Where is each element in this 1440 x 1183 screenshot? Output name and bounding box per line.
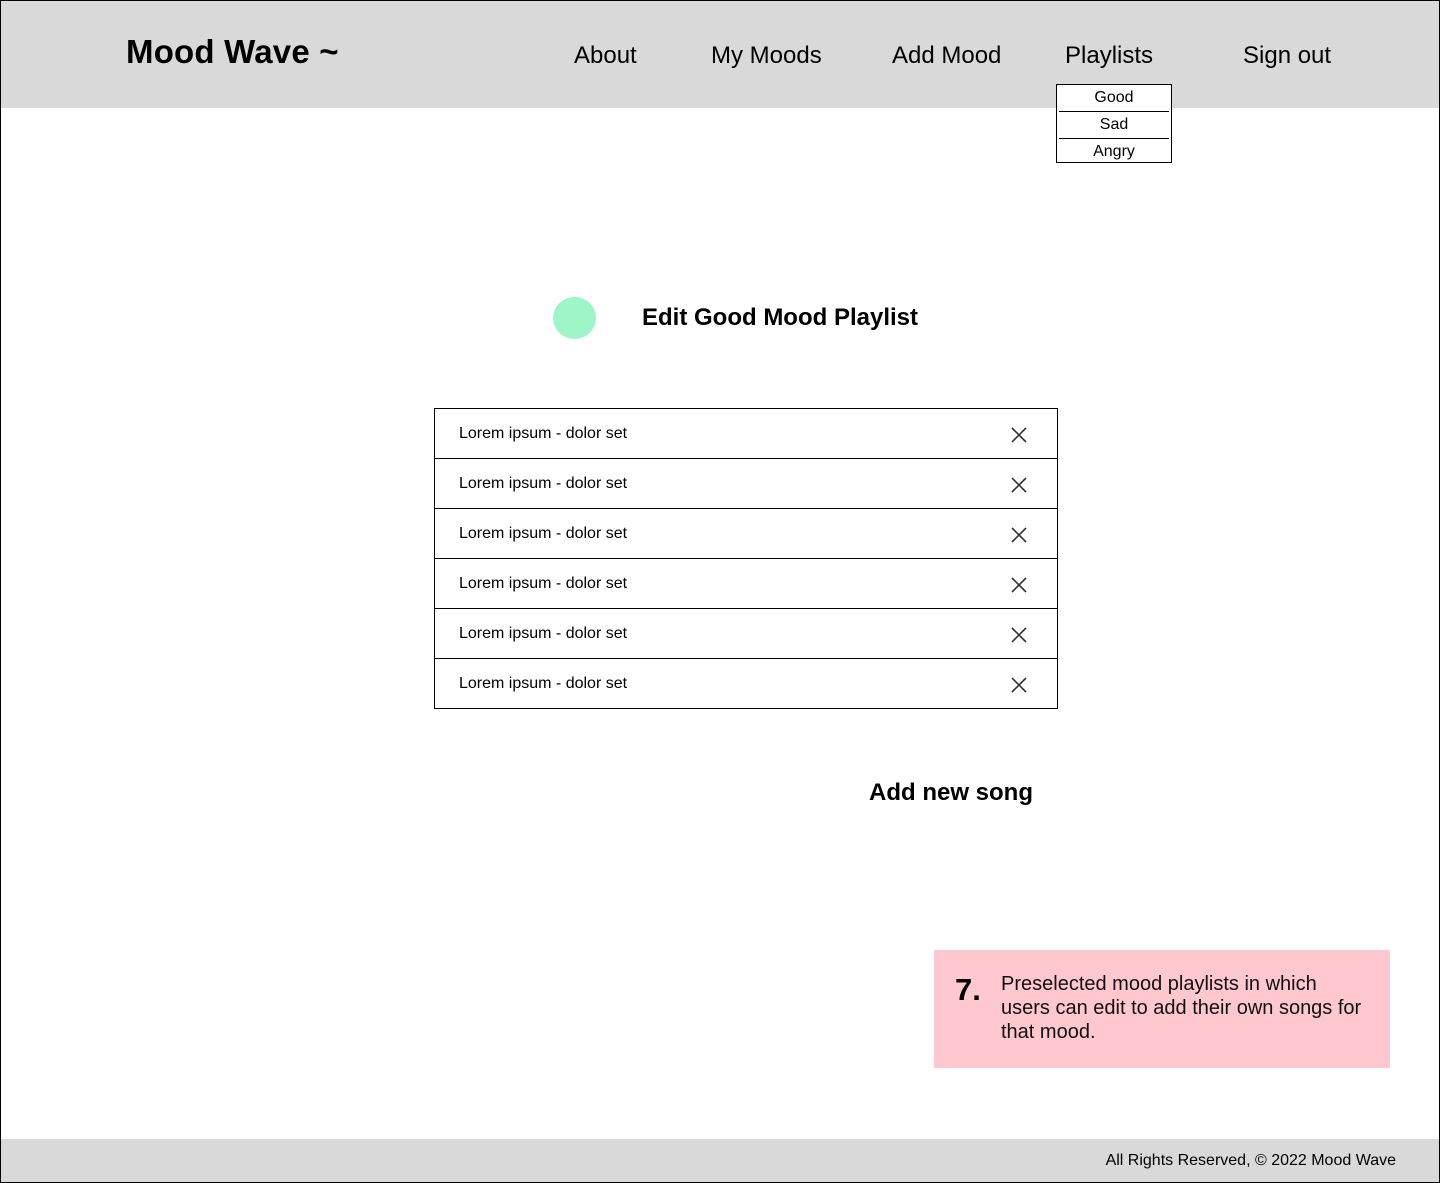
nav-playlists[interactable]: Playlists [1065, 42, 1153, 70]
song-label: Lorem ipsum - dolor set [459, 575, 628, 592]
brand-logo[interactable]: Mood Wave ~ [126, 33, 339, 71]
page: Mood Wave ~ About My Moods Add Mood Play… [0, 0, 1440, 1183]
song-row: Lorem ipsum - dolor set [435, 459, 1057, 509]
close-icon[interactable] [1009, 425, 1029, 445]
song-label: Lorem ipsum - dolor set [459, 475, 628, 492]
add-song-button[interactable]: Add new song [869, 779, 1033, 807]
nav-my-moods[interactable]: My Moods [711, 42, 822, 70]
nav-sign-out[interactable]: Sign out [1243, 42, 1331, 70]
song-label: Lorem ipsum - dolor set [459, 675, 628, 692]
dropdown-item-angry[interactable]: Angry [1057, 139, 1171, 165]
annotation-note: 7. Preselected mood playlists in which u… [934, 950, 1390, 1068]
close-icon[interactable] [1009, 525, 1029, 545]
song-label: Lorem ipsum - dolor set [459, 625, 628, 642]
footer: All Rights Reserved, © 2022 Mood Wave [1, 1139, 1439, 1182]
nav-about[interactable]: About [574, 42, 637, 70]
playlists-dropdown: Good Sad Angry [1056, 84, 1172, 163]
song-row: Lorem ipsum - dolor set [435, 509, 1057, 559]
playlist-title-row: Edit Good Mood Playlist [553, 297, 973, 339]
close-icon[interactable] [1009, 575, 1029, 595]
close-icon[interactable] [1009, 475, 1029, 495]
song-row: Lorem ipsum - dolor set [435, 409, 1057, 459]
close-icon[interactable] [1009, 675, 1029, 695]
song-row: Lorem ipsum - dolor set [435, 609, 1057, 659]
copyright-text: All Rights Reserved, © 2022 Mood Wave [1105, 1152, 1396, 1169]
annotation-number: 7. [955, 972, 981, 1007]
mood-color-indicator [553, 297, 596, 339]
header: Mood Wave ~ About My Moods Add Mood Play… [1, 1, 1439, 108]
nav-add-mood[interactable]: Add Mood [892, 42, 1001, 70]
dropdown-item-good[interactable]: Good [1057, 85, 1171, 111]
song-list: Lorem ipsum - dolor set Lorem ipsum - do… [434, 408, 1058, 709]
dropdown-item-sad[interactable]: Sad [1057, 112, 1171, 138]
song-label: Lorem ipsum - dolor set [459, 425, 628, 442]
song-label: Lorem ipsum - dolor set [459, 525, 628, 542]
song-row: Lorem ipsum - dolor set [435, 659, 1057, 709]
song-row: Lorem ipsum - dolor set [435, 559, 1057, 609]
close-icon[interactable] [1009, 625, 1029, 645]
page-title: Edit Good Mood Playlist [642, 304, 918, 331]
annotation-text: Preselected mood playlists in which user… [1001, 973, 1362, 1043]
